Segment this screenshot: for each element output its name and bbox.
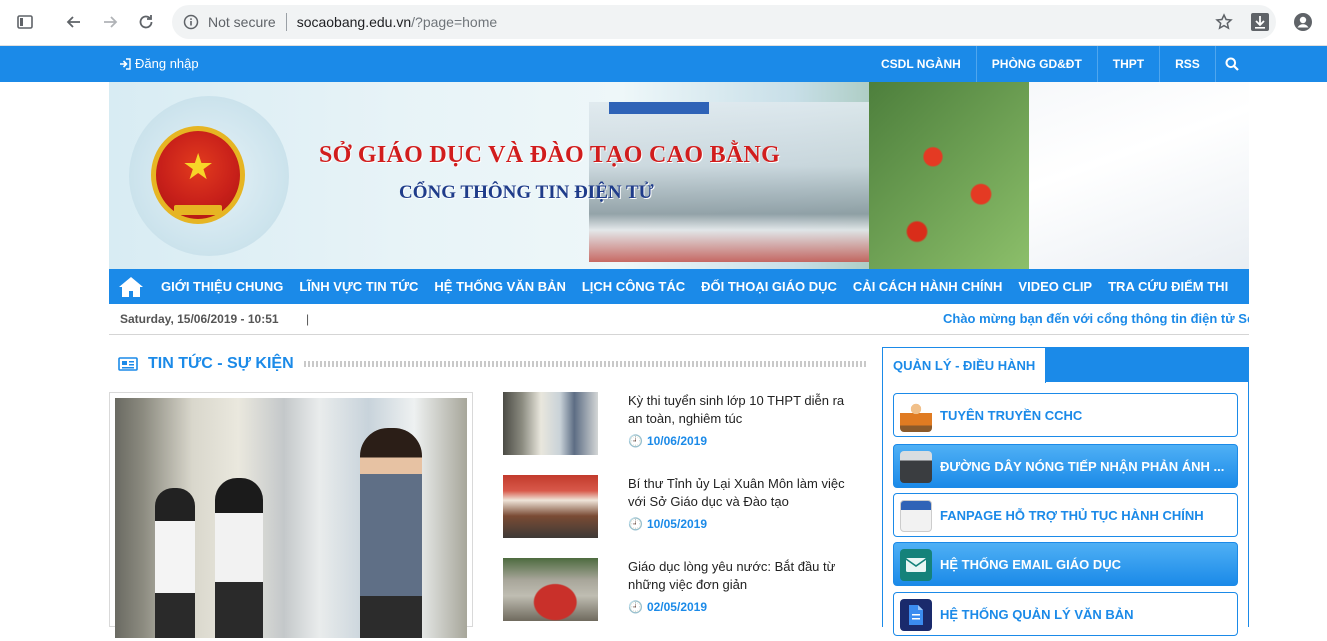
site-banner[interactable]: ★ SỞ GIÁO DỤC VÀ ĐÀO TẠO CAO BẰNG CỔNG T…: [109, 82, 1249, 269]
school-sign: [609, 102, 709, 114]
cchc-button[interactable]: TUYÊN TRUYỀN CCHC: [893, 393, 1238, 437]
flower-photo: [869, 82, 1029, 269]
worker-icon: [900, 400, 932, 432]
news-date: 🕘 10/05/2019: [628, 517, 707, 531]
news-date: 🕘 10/06/2019: [628, 434, 707, 448]
news-date: 🕘 02/05/2019: [628, 600, 707, 614]
home-icon[interactable]: [109, 269, 153, 304]
browser-toolbar: Not secure socaobang.edu.vn/?page=home: [0, 0, 1327, 46]
email-icon: [900, 549, 932, 581]
email-button[interactable]: HỆ THỐNG EMAIL GIÁO DỤC: [893, 542, 1238, 586]
student-figure: [215, 478, 263, 638]
management-panel: QUẢN LÝ - ĐIỀU HÀNH TUYÊN TRUYỀN CCHC ĐƯ…: [882, 347, 1249, 636]
login-link[interactable]: Đăng nhập: [119, 56, 199, 71]
emblem-ribbon: [174, 205, 222, 215]
profile-icon[interactable]: [1291, 10, 1315, 34]
reload-icon[interactable]: [134, 10, 158, 34]
document-icon: [900, 599, 932, 631]
news-list: Kỳ thi tuyển sinh lớp 10 THPT diễn ra an…: [503, 392, 863, 641]
list-item[interactable]: Giáo dục lòng yêu nước: Bắt đầu từ những…: [503, 558, 863, 641]
news-thumbnail[interactable]: [503, 392, 598, 455]
date-bar: Saturday, 15/06/2019 - 10:51 | Chào mừng…: [109, 304, 1249, 335]
nav-item-cai-cach[interactable]: CẢI CÁCH HÀNH CHÍNH: [845, 279, 1011, 294]
cchc-label: TUYÊN TRUYỀN CCHC: [940, 407, 1083, 423]
fanpage-button[interactable]: FANPAGE HỖ TRỢ THỦ TỤC HÀNH CHÍNH: [893, 493, 1238, 537]
top-link-thpt[interactable]: THPT: [1096, 46, 1159, 82]
top-bar: Đăng nhập CSDL NGÀNH PHÒNG GD&ĐT THPT RS…: [0, 46, 1327, 82]
envelope-icon: [905, 558, 927, 572]
news-thumbnail[interactable]: [503, 475, 598, 538]
document-system-label: HỆ THỐNG QUẢN LÝ VĂN BẢN: [940, 606, 1134, 622]
file-icon: [909, 605, 923, 625]
news-date-text: 10/06/2019: [646, 434, 708, 448]
teacher-figure: [360, 428, 422, 638]
main-nav: GIỚI THIỆU CHUNG LĨNH VỰC TIN TỨC HỆ THỐ…: [109, 269, 1249, 304]
welcome-marquee: Chào mừng bạn đến với cổng thông tin điệ…: [943, 311, 1249, 326]
featured-photo: [115, 398, 467, 638]
nav-item-video[interactable]: VIDEO CLIP: [1010, 279, 1100, 294]
top-link-rss[interactable]: RSS: [1159, 46, 1215, 82]
banner-subtitle: CỔNG THÔNG TIN ĐIỆN TỬ: [399, 182, 654, 203]
nav-item-van-ban[interactable]: HỆ THỐNG VĂN BẢN: [426, 279, 573, 294]
tab-quan-ly[interactable]: QUẢN LÝ - ĐIỀU HÀNH: [883, 348, 1046, 383]
info-icon[interactable]: [182, 13, 200, 31]
news-title[interactable]: Giáo dục lòng yêu nước: Bắt đầu từ những…: [628, 558, 858, 594]
fanpage-icon: [900, 500, 932, 532]
divider: [285, 13, 287, 31]
clock-icon: 🕘: [628, 434, 643, 448]
download-icon[interactable]: [1248, 10, 1272, 34]
nav-item-tra-cuu[interactable]: TRA CỨU ĐIỂM THI: [1100, 279, 1236, 294]
list-item[interactable]: Kỳ thi tuyển sinh lớp 10 THPT diễn ra an…: [503, 392, 863, 475]
nav-item-linh-vuc[interactable]: LĨNH VỰC TIN TỨC: [291, 279, 426, 294]
sign-in-icon: [120, 57, 131, 70]
url-host: socaobang.edu.vn: [296, 14, 412, 30]
news-title[interactable]: Kỳ thi tuyển sinh lớp 10 THPT diễn ra an…: [628, 392, 858, 428]
national-emblem-icon: ★: [151, 126, 245, 224]
date-separator: |: [306, 312, 310, 326]
news-section-header: TIN TỨC - SỰ KIỆN: [118, 352, 868, 376]
current-date: Saturday, 15/06/2019 - 10:51: [120, 312, 279, 326]
nav-item-lich-cong-tac[interactable]: LỊCH CÔNG TÁC: [574, 279, 693, 294]
top-links: CSDL NGÀNH PHÒNG GD&ĐT THPT RSS: [866, 46, 1249, 82]
list-item[interactable]: Bí thư Tỉnh ủy Lại Xuân Môn làm việc với…: [503, 475, 863, 558]
nav-item-doi-thoai[interactable]: ĐỐI THOẠI GIÁO DỤC: [693, 279, 845, 294]
fax-icon: [900, 451, 932, 483]
news-thumbnail[interactable]: [503, 558, 598, 621]
top-link-phong-gd[interactable]: PHÒNG GD&ĐT: [975, 46, 1097, 82]
forward-icon[interactable]: [98, 10, 122, 34]
news-title[interactable]: Bí thư Tỉnh ủy Lại Xuân Môn làm việc với…: [628, 475, 858, 511]
address-bar[interactable]: Not secure socaobang.edu.vn/?page=home: [172, 5, 1276, 39]
top-link-csdl[interactable]: CSDL NGÀNH: [866, 46, 976, 82]
bookmark-star-icon[interactable]: [1212, 10, 1236, 34]
fanpage-label: FANPAGE HỖ TRỢ THỦ TỤC HÀNH CHÍNH: [940, 507, 1204, 523]
document-system-button[interactable]: HỆ THỐNG QUẢN LÝ VĂN BẢN: [893, 592, 1238, 636]
clock-icon: 🕘: [628, 517, 643, 531]
sidebar-toggle-icon[interactable]: [13, 10, 37, 34]
email-label: HỆ THỐNG EMAIL GIÁO DỤC: [940, 556, 1122, 572]
news-date-text: 02/05/2019: [646, 600, 708, 614]
featured-news-image[interactable]: [109, 392, 473, 638]
hotline-button[interactable]: ĐƯỜNG DÂY NÓNG TIẾP NHẬN PHẢN ÁNH ...: [893, 444, 1238, 488]
security-label: Not secure: [208, 14, 276, 30]
news-section-title[interactable]: TIN TỨC - SỰ KIỆN: [148, 355, 294, 373]
student-figure: [155, 488, 195, 638]
writing-photo: [1029, 82, 1249, 269]
newspaper-icon: [118, 357, 138, 371]
url-path: /?page=home: [411, 14, 498, 30]
nav-item-gioi-thieu[interactable]: GIỚI THIỆU CHUNG: [153, 279, 291, 294]
search-icon[interactable]: [1214, 46, 1249, 82]
login-label: Đăng nhập: [135, 56, 199, 71]
clock-icon: 🕘: [628, 600, 643, 614]
back-icon[interactable]: [62, 10, 86, 34]
dotted-divider: [303, 361, 868, 367]
hotline-label: ĐƯỜNG DÂY NÓNG TIẾP NHẬN PHẢN ÁNH ...: [940, 458, 1225, 474]
panel-tab-bar: QUẢN LÝ - ĐIỀU HÀNH: [883, 348, 1248, 383]
news-date-text: 10/05/2019: [646, 517, 708, 531]
star-icon: ★: [182, 146, 215, 187]
banner-title: SỞ GIÁO DỤC VÀ ĐÀO TẠO CAO BẰNG: [319, 142, 781, 168]
